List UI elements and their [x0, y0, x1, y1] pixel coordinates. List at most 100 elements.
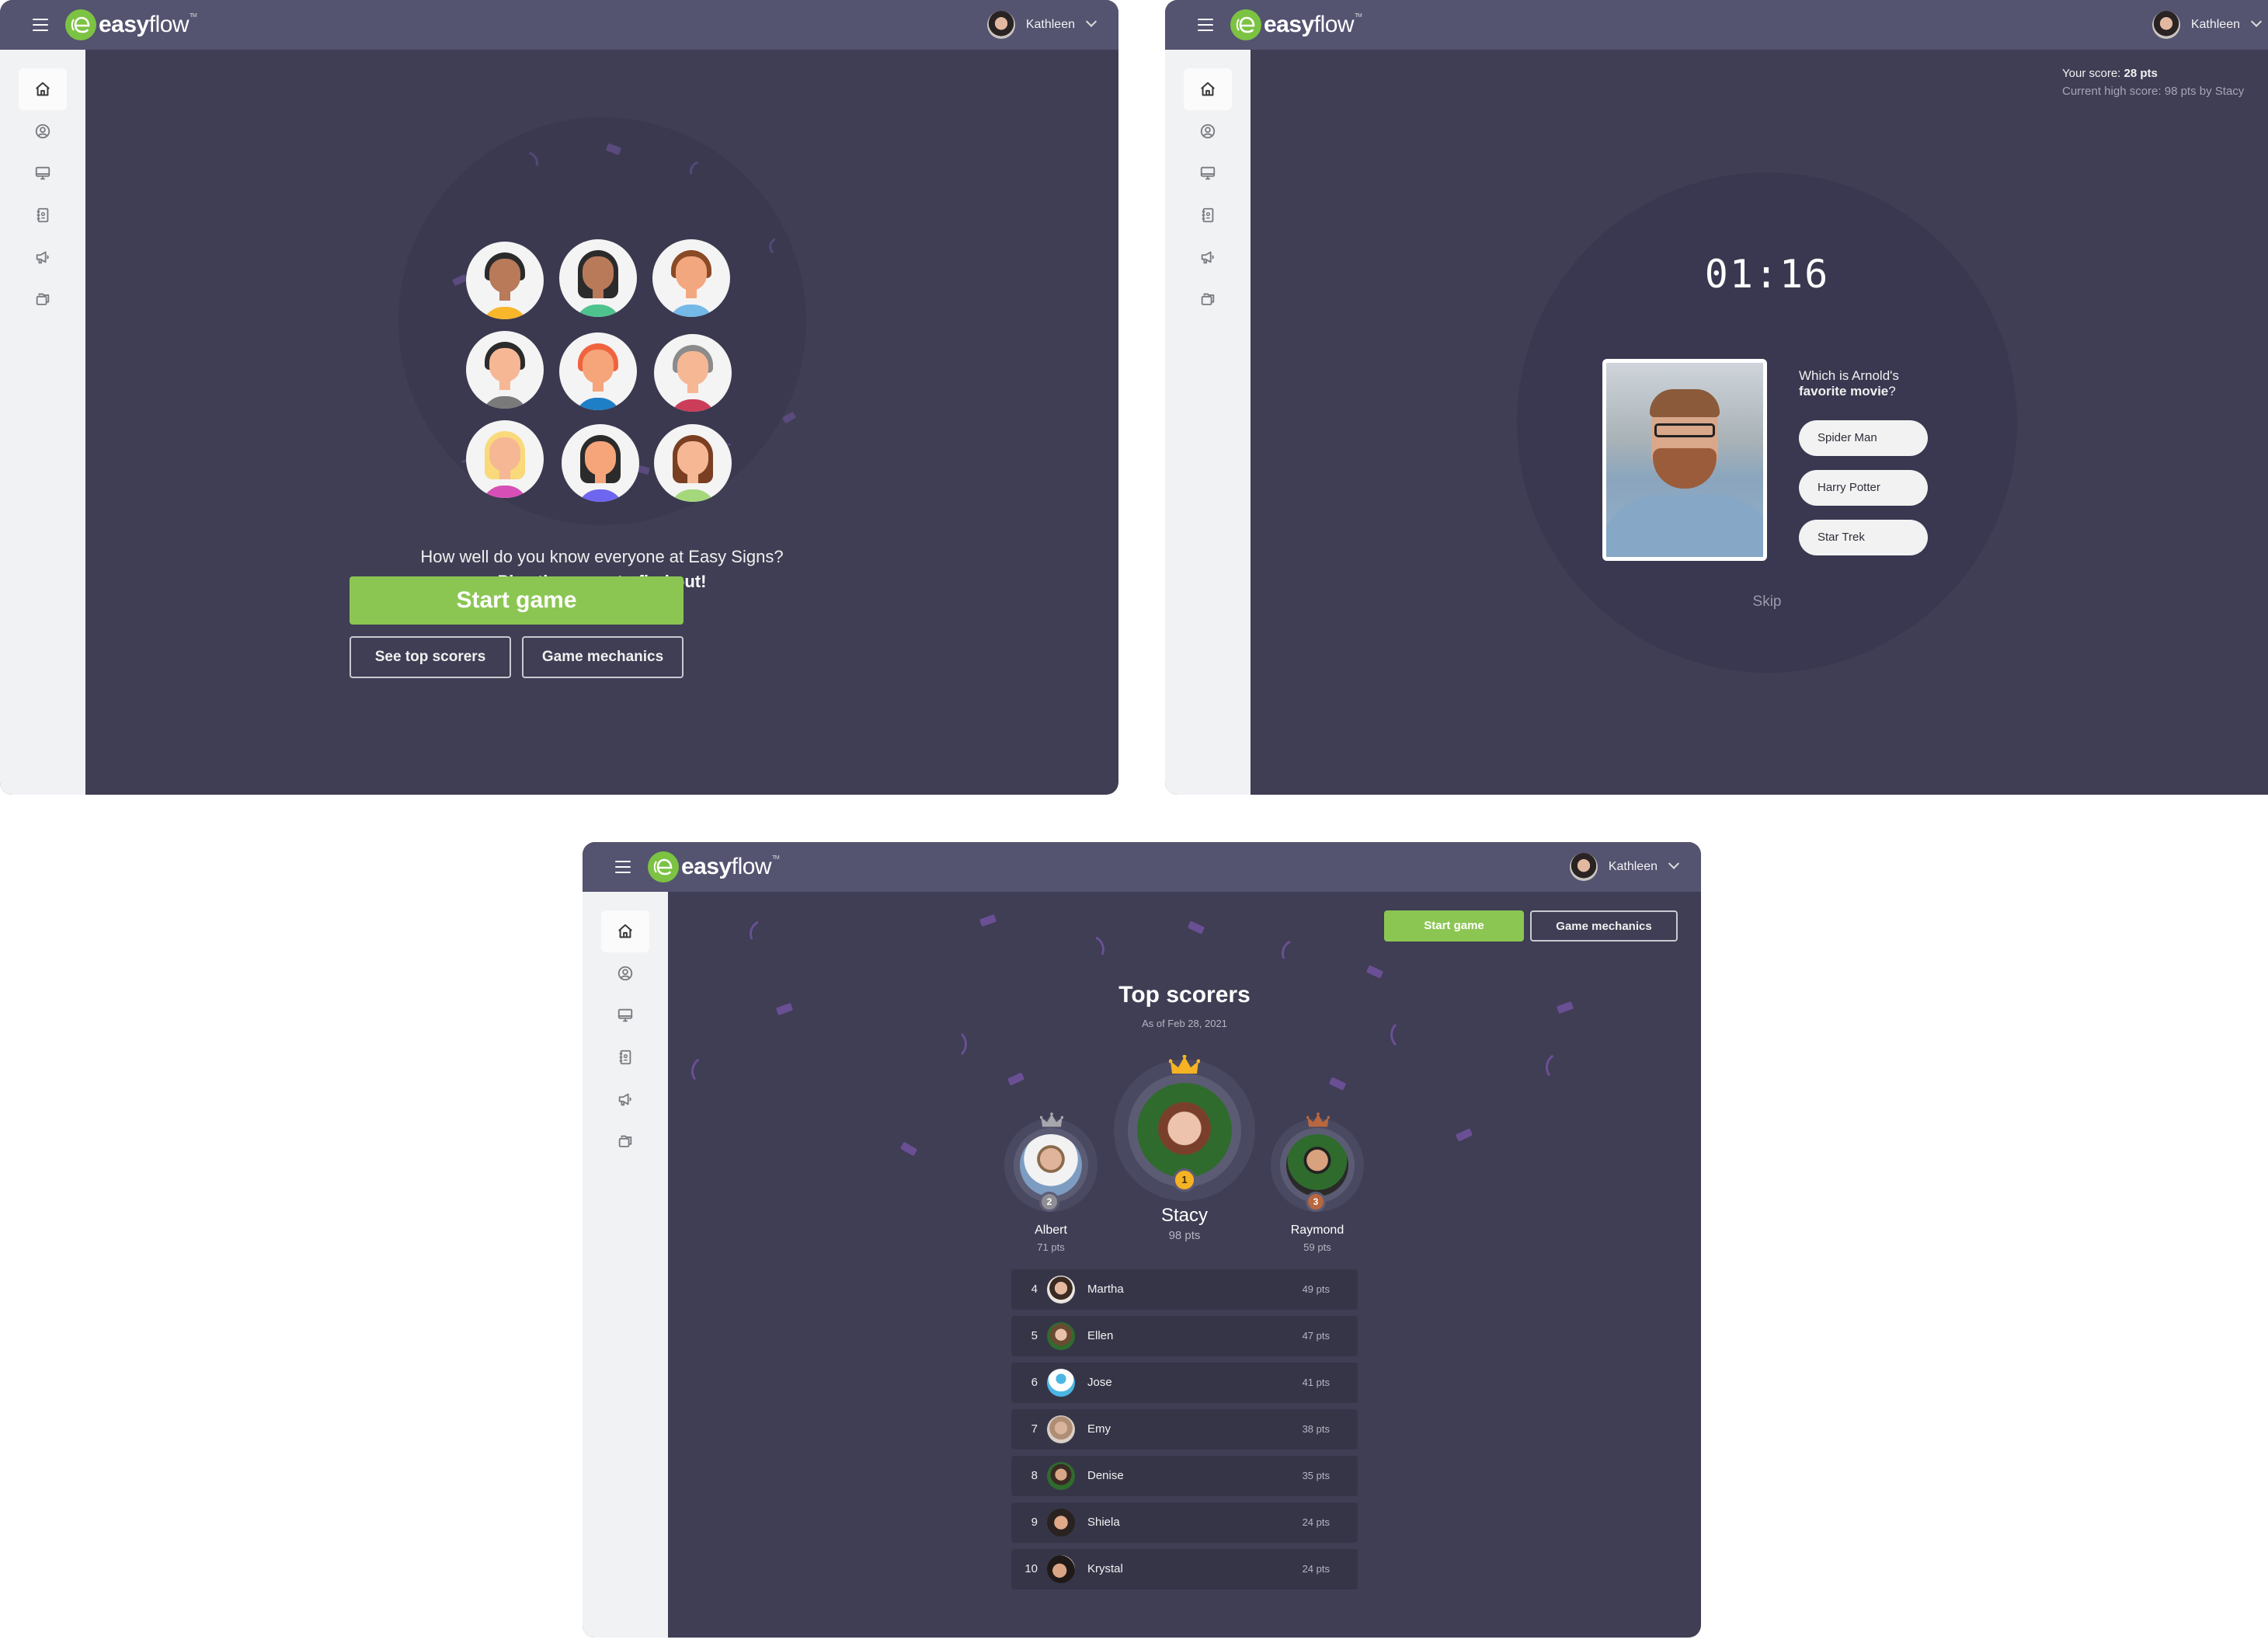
easyflow-logo[interactable]: easyflowTM [1230, 9, 1362, 41]
question-text: Which is Arnold's favorite movie? [1799, 368, 1899, 399]
illustration-avatar [562, 424, 639, 502]
start-game-button[interactable]: Start game [350, 576, 684, 625]
sidebar-item-profile[interactable] [1184, 110, 1232, 152]
user-name: Kathleen [2190, 18, 2240, 31]
sidebar-item-directory[interactable] [19, 194, 67, 236]
podium-avatar [1286, 1134, 1348, 1196]
top-bar: easyflowTM Kathleen [583, 842, 1701, 892]
podium-name: Albert [1035, 1224, 1067, 1237]
sidebar-item-announcements[interactable] [19, 236, 67, 278]
player-avatar [1047, 1322, 1075, 1350]
menu-icon[interactable] [33, 19, 48, 31]
player-name: Krystal [1087, 1562, 1123, 1575]
answer-option[interactable]: Spider Man [1799, 420, 1928, 456]
leaderboard-row[interactable]: 10 Krystal 24 pts [1011, 1549, 1358, 1589]
podium-first[interactable]: 1 Stacy 98 pts [1114, 1060, 1255, 1242]
sidebar-item-files[interactable] [19, 278, 67, 320]
player-avatar [1047, 1415, 1075, 1443]
rank-number: 10 [1024, 1562, 1038, 1575]
see-top-scorers-button[interactable]: See top scorers [350, 636, 511, 678]
sidebar-item-display[interactable] [601, 994, 649, 1036]
top-bar: easyflowTM Kathleen [0, 0, 1118, 50]
sidebar [0, 50, 85, 795]
user-menu[interactable]: Kathleen [2151, 9, 2263, 40]
user-circle-icon [617, 965, 634, 982]
leaderboard-row[interactable]: 7 Emy 38 pts [1011, 1409, 1358, 1450]
rank-number: 7 [1031, 1422, 1038, 1436]
menu-icon[interactable] [1198, 19, 1213, 31]
contact-book-icon [617, 1049, 634, 1066]
answer-option[interactable]: Star Trek [1799, 520, 1928, 555]
sidebar-item-display[interactable] [1184, 152, 1232, 194]
rank-number: 4 [1031, 1283, 1038, 1296]
podium-name: Raymond [1290, 1224, 1344, 1237]
player-points: 35 pts [1302, 1470, 1330, 1481]
easyflow-logo[interactable]: easyflowTM [65, 9, 197, 41]
menu-icon[interactable] [615, 861, 631, 873]
rank-number: 5 [1031, 1329, 1038, 1342]
sidebar-item-announcements[interactable] [1184, 236, 1232, 278]
chevron-down-icon [1085, 16, 1097, 27]
monitor-icon [1199, 165, 1216, 182]
user-circle-icon [1199, 123, 1216, 140]
player-points: 47 pts [1302, 1330, 1330, 1342]
leaderboard-row[interactable]: 4 Martha 49 pts [1011, 1269, 1358, 1310]
rank-number: 8 [1031, 1469, 1038, 1482]
player-avatar [1047, 1276, 1075, 1304]
player-avatar [1047, 1369, 1075, 1397]
sidebar-item-display[interactable] [19, 152, 67, 194]
user-avatar [986, 11, 1015, 39]
illustration-avatar [466, 420, 544, 498]
skip-button[interactable]: Skip [1517, 593, 2017, 611]
answer-option[interactable]: Harry Potter [1799, 470, 1928, 506]
sidebar-item-home[interactable] [601, 910, 649, 952]
podium-points: 59 pts [1303, 1241, 1331, 1253]
podium-third[interactable]: 3 Raymond 59 pts [1271, 1119, 1364, 1253]
start-game-button[interactable]: Start game [1384, 910, 1524, 942]
sidebar-item-files[interactable] [601, 1120, 649, 1162]
easyflow-logo[interactable]: easyflowTM [648, 851, 780, 883]
podium-avatar [1137, 1083, 1232, 1178]
illustration-avatar [654, 424, 732, 502]
sidebar-item-announcements[interactable] [601, 1078, 649, 1120]
sidebar-item-files[interactable] [1184, 278, 1232, 320]
chevron-down-icon [2250, 16, 2263, 27]
silver-crown-icon [1040, 1112, 1063, 1130]
game-mechanics-button[interactable]: Game mechanics [1530, 910, 1678, 942]
contact-book-icon [1199, 207, 1216, 224]
monitor-icon [617, 1007, 634, 1024]
megaphone-icon [34, 249, 51, 266]
page-title: Top scorers [1118, 982, 1251, 1008]
megaphone-icon [1199, 249, 1216, 266]
podium-points: 71 pts [1037, 1241, 1065, 1253]
user-menu[interactable]: Kathleen [1569, 851, 1680, 882]
leaderboard-row[interactable]: 8 Denise 35 pts [1011, 1456, 1358, 1496]
user-name: Kathleen [1025, 18, 1075, 31]
sidebar-item-directory[interactable] [601, 1036, 649, 1078]
player-name: Emy [1087, 1422, 1111, 1436]
game-mechanics-button[interactable]: Game mechanics [522, 636, 684, 678]
intro-question: How well do you know everyone at Easy Si… [420, 547, 784, 566]
player-avatar [1047, 1555, 1075, 1583]
contact-book-icon [34, 207, 51, 224]
sidebar-item-profile[interactable] [19, 110, 67, 152]
player-avatar [1047, 1462, 1075, 1490]
main-content: How well do you know everyone at Easy Si… [85, 50, 1118, 795]
sidebar [1165, 50, 1251, 795]
player-name: Martha [1087, 1283, 1124, 1296]
question-person-photo [1602, 359, 1767, 561]
sidebar-item-directory[interactable] [1184, 194, 1232, 236]
user-menu[interactable]: Kathleen [986, 9, 1097, 40]
podium-second[interactable]: 2 Albert 71 pts [1004, 1119, 1097, 1253]
sidebar-item-home[interactable] [1184, 68, 1232, 110]
sidebar-item-profile[interactable] [601, 952, 649, 994]
sidebar-item-home[interactable] [19, 68, 67, 110]
leaderboard-row[interactable]: 6 Jose 41 pts [1011, 1363, 1358, 1403]
gold-crown-icon [1169, 1055, 1200, 1077]
game-screen: easyflowTM Kathleen Your score: 28 pts C… [1165, 0, 2268, 795]
leaderboard-row[interactable]: 5 Ellen 47 pts [1011, 1316, 1358, 1356]
player-name: Jose [1087, 1376, 1112, 1389]
your-score: Your score: 28 pts [2062, 67, 2158, 80]
player-name: Ellen [1087, 1329, 1114, 1342]
leaderboard-row[interactable]: 9 Shiela 24 pts [1011, 1502, 1358, 1543]
